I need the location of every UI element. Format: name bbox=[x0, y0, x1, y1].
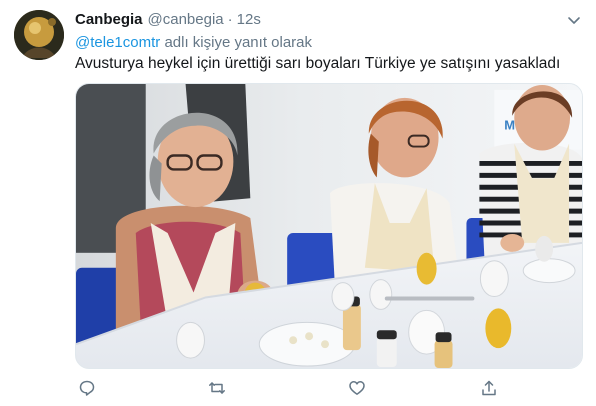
tweet-media-photo[interactable]: Muğla bbox=[75, 83, 583, 369]
reply-context: @tele1comtr adlı kişiye yanıt olarak bbox=[75, 34, 312, 51]
chevron-down-icon[interactable] bbox=[566, 12, 582, 28]
tweet-text: Avusturya heykel için ürettiği sarı boya… bbox=[75, 55, 561, 72]
separator-dot: · bbox=[227, 11, 233, 28]
photo-image: Muğla bbox=[76, 84, 582, 368]
timestamp[interactable]: 12s bbox=[237, 11, 261, 28]
tweet-card[interactable]: Canbegia @canbegia · 12s @tele1comtr adl… bbox=[0, 0, 596, 406]
heart-icon[interactable] bbox=[345, 376, 369, 400]
reply-suffix: adlı kişiye yanıt olarak bbox=[164, 34, 313, 51]
retweet-icon[interactable] bbox=[205, 376, 229, 400]
reply-mention-link[interactable]: @tele1comtr bbox=[75, 34, 160, 51]
avatar-image bbox=[14, 10, 64, 60]
user-handle[interactable]: @canbegia bbox=[148, 11, 224, 28]
tweet-actions bbox=[75, 376, 583, 400]
display-name[interactable]: Canbegia bbox=[75, 11, 143, 28]
share-icon[interactable] bbox=[477, 376, 501, 400]
avatar[interactable] bbox=[14, 10, 64, 60]
tweet-header: Canbegia @canbegia · 12s bbox=[75, 11, 261, 28]
reply-icon[interactable] bbox=[75, 376, 99, 400]
